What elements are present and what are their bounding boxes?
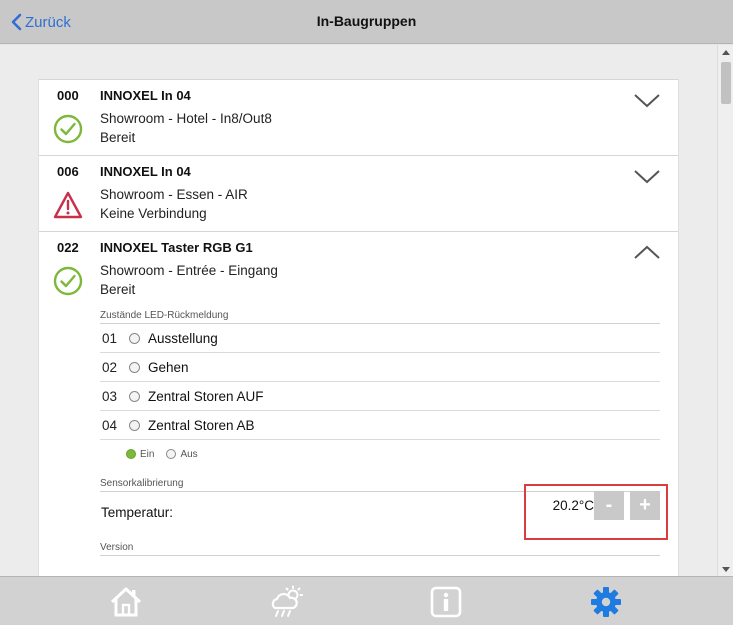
scroll-up-arrow-icon[interactable]: [718, 45, 733, 59]
led-indicator: [129, 361, 140, 373]
header-bar: Zurück In-Baugruppen: [0, 0, 733, 44]
led-index: 03: [102, 388, 118, 404]
warning-triangle-icon: [53, 191, 83, 219]
module-detail: Zustände LED-Rückmeldung 01 Ausstellung …: [100, 308, 668, 556]
list-item[interactable]: 000 INNOXEL In 04 Showroom - Hotel - In8…: [39, 80, 678, 156]
legend-off-label: Aus: [180, 448, 198, 460]
module-status: Keine Verbindung: [100, 206, 207, 221]
led-row: 02 Gehen: [100, 353, 660, 382]
module-name: INNOXEL Taster RGB G1: [100, 240, 253, 255]
led-label: Ausstellung: [148, 330, 218, 346]
led-index: 01: [102, 330, 118, 346]
temperature-increase-button[interactable]: +: [630, 491, 660, 520]
led-row: 01 Ausstellung: [100, 324, 660, 353]
module-number: 006: [57, 164, 79, 179]
temperature-label: Temperatur:: [101, 504, 174, 520]
chevron-down-icon[interactable]: [632, 166, 662, 186]
led-index: 04: [102, 417, 118, 433]
tab-info[interactable]: [428, 585, 464, 619]
list-item[interactable]: 006 INNOXEL In 04 Showroom - Essen - AIR…: [39, 156, 678, 232]
led-indicator: [129, 390, 140, 402]
bottom-tab-bar: [0, 576, 733, 625]
list-item-header[interactable]: 000 INNOXEL In 04 Showroom - Hotel - In8…: [39, 80, 678, 156]
module-location: Showroom - Entrée - Eingang: [100, 263, 278, 278]
tab-settings[interactable]: [588, 585, 624, 619]
led-row: 04 Zentral Storen AB: [100, 411, 660, 440]
list-item[interactable]: 022 INNOXEL Taster RGB G1 Showroom - Ent…: [39, 232, 678, 556]
temperature-highlight-box: 20.2°C - +: [524, 484, 668, 540]
chevron-up-icon[interactable]: [632, 242, 662, 262]
temperature-row: Temperatur: 20.2°C - +: [100, 484, 668, 540]
tab-weather[interactable]: [269, 585, 305, 619]
led-legend: Ein Aus: [100, 440, 660, 468]
led-label: Zentral Storen AUF: [148, 388, 264, 404]
led-label: Zentral Storen AB: [148, 417, 255, 433]
led-row: 03 Zentral Storen AUF: [100, 382, 660, 411]
list-item-header[interactable]: 022 INNOXEL Taster RGB G1 Showroom - Ent…: [39, 232, 678, 308]
module-list: 000 INNOXEL In 04 Showroom - Hotel - In8…: [38, 79, 679, 576]
home-icon: [110, 587, 142, 617]
module-location: Showroom - Hotel - In8/Out8: [100, 111, 272, 126]
vertical-scrollbar[interactable]: [717, 45, 733, 576]
led-section-title: Zustände LED-Rückmeldung: [100, 308, 660, 324]
temperature-value: 20.2°C: [552, 498, 594, 513]
scrollbar-thumb[interactable]: [721, 62, 731, 104]
module-name: INNOXEL In 04: [100, 164, 191, 179]
led-indicator: [129, 332, 140, 344]
module-status: Bereit: [100, 282, 136, 297]
page-title: In-Baugruppen: [316, 13, 417, 29]
content-area[interactable]: 000 INNOXEL In 04 Showroom - Hotel - In8…: [0, 45, 733, 576]
check-circle-icon: [53, 114, 83, 144]
settings-icon: [591, 587, 621, 617]
module-number: 000: [57, 88, 79, 103]
version-section-title: Version: [100, 540, 660, 556]
list-item-header[interactable]: 006 INNOXEL In 04 Showroom - Essen - AIR…: [39, 156, 678, 232]
check-circle-icon: [53, 266, 83, 296]
weather-icon: [271, 585, 303, 617]
module-location: Showroom - Essen - AIR: [100, 187, 248, 202]
module-name: INNOXEL In 04: [100, 88, 191, 103]
temperature-decrease-button[interactable]: -: [594, 491, 624, 520]
led-indicator: [129, 419, 140, 431]
legend-on-indicator: [126, 449, 136, 459]
scroll-down-arrow-icon[interactable]: [718, 562, 733, 576]
legend-on-label: Ein: [140, 448, 155, 460]
led-label: Gehen: [148, 359, 189, 375]
module-status: Bereit: [100, 130, 136, 145]
info-icon: [430, 586, 462, 618]
module-number: 022: [57, 240, 79, 255]
tab-home[interactable]: [108, 585, 144, 619]
led-index: 02: [102, 359, 118, 375]
legend-off-indicator: [166, 449, 177, 459]
chevron-down-icon[interactable]: [632, 90, 662, 110]
